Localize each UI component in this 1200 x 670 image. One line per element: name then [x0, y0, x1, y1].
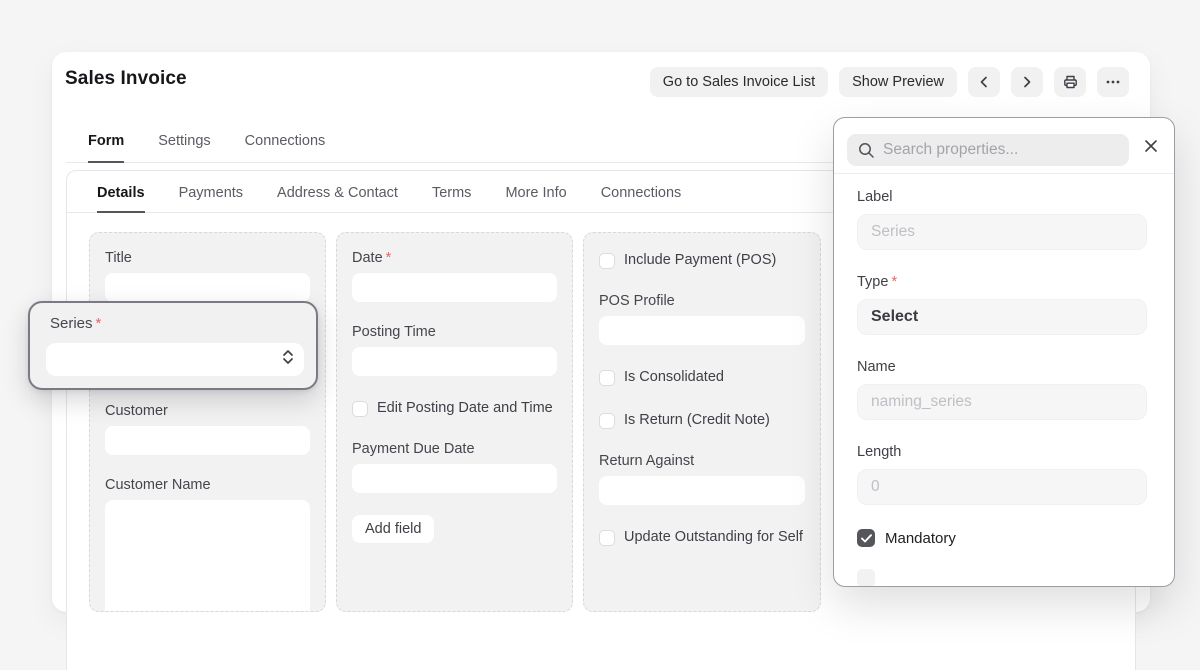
page-title: Sales Invoice	[65, 68, 187, 90]
posting-time-label: Posting Time	[352, 324, 557, 340]
tab-details[interactable]: Details	[97, 185, 145, 213]
mandatory-label: Mandatory	[885, 530, 956, 547]
payment-due-date-label: Payment Due Date	[352, 441, 557, 457]
next-button[interactable]	[1011, 67, 1043, 97]
field-title: Title	[105, 250, 310, 302]
name-property-input[interactable]: naming_series	[857, 384, 1147, 420]
select-spinner-icon	[283, 350, 293, 364]
is-return-checkbox[interactable]	[599, 413, 615, 429]
customer-input[interactable]	[105, 426, 310, 455]
series-label: Series*	[50, 315, 101, 332]
property-name: Name naming_series	[857, 359, 1147, 420]
tab-payments[interactable]: Payments	[179, 185, 243, 212]
tab-connections-section[interactable]: Connections	[601, 185, 682, 212]
prev-button[interactable]	[968, 67, 1000, 97]
update-outstanding-label: Update Outstanding for Self	[624, 527, 803, 548]
field-pos-profile: POS Profile	[599, 293, 805, 345]
chevron-right-icon	[1020, 75, 1034, 89]
length-property-label: Length	[857, 444, 1147, 460]
is-return-label: Is Return (Credit Note)	[624, 410, 770, 431]
include-payment-label: Include Payment (POS)	[624, 250, 776, 271]
name-property-label: Name	[857, 359, 1147, 375]
property-type: Type* Select	[857, 274, 1147, 335]
series-select[interactable]	[46, 343, 304, 376]
length-property-input[interactable]: 0	[857, 469, 1147, 505]
label-property-input[interactable]: Series	[857, 214, 1147, 250]
field-return-against: Return Against	[599, 453, 805, 505]
payment-due-date-input[interactable]	[352, 464, 557, 493]
ellipsis-icon	[1106, 80, 1120, 84]
close-icon	[1143, 142, 1159, 157]
date-label: Date*	[352, 250, 557, 266]
property-length: Length 0	[857, 444, 1147, 505]
label-property-label: Label	[857, 189, 1147, 205]
properties-panel: Label Series Type* Select Name naming_se…	[833, 117, 1175, 587]
field-columns: Title Customer Customer Name Date*	[89, 232, 821, 612]
customer-name-input[interactable]	[105, 500, 310, 612]
header-actions: Go to Sales Invoice List Show Preview	[650, 67, 1129, 97]
required-marker: *	[891, 274, 897, 290]
property-mandatory: Mandatory	[857, 529, 1147, 547]
title-label: Title	[105, 250, 310, 266]
edit-posting-datetime-checkbox[interactable]	[352, 401, 368, 417]
search-properties-input[interactable]	[847, 134, 1129, 166]
field-payment-due-date: Payment Due Date	[352, 441, 557, 493]
printer-icon	[1062, 74, 1079, 90]
return-against-label: Return Against	[599, 453, 805, 469]
posting-time-input[interactable]	[352, 347, 557, 376]
add-field-button[interactable]: Add field	[352, 515, 434, 543]
field-include-payment: Include Payment (POS)	[599, 250, 805, 271]
field-customer-name: Customer Name	[105, 477, 310, 612]
dragged-series-field[interactable]: Series*	[28, 301, 318, 390]
more-options-button[interactable]	[1097, 67, 1129, 97]
chevron-left-icon	[977, 75, 991, 89]
mandatory-checkbox[interactable]	[857, 529, 875, 547]
update-outstanding-checkbox[interactable]	[599, 530, 615, 546]
pos-profile-input[interactable]	[599, 316, 805, 345]
tab-more-info[interactable]: More Info	[505, 185, 566, 212]
pos-profile-label: POS Profile	[599, 293, 805, 309]
properties-body: Label Series Type* Select Name naming_se…	[834, 174, 1174, 587]
close-panel-button[interactable]	[1141, 137, 1161, 157]
column-3: Include Payment (POS) POS Profile Is Con…	[583, 232, 821, 612]
type-property-label: Type*	[857, 274, 1147, 290]
field-update-outstanding: Update Outstanding for Self	[599, 527, 805, 548]
required-marker: *	[386, 250, 392, 266]
tab-connections[interactable]: Connections	[245, 133, 326, 162]
show-preview-button[interactable]: Show Preview	[839, 67, 957, 97]
field-date: Date*	[352, 250, 557, 302]
properties-search-row	[834, 118, 1174, 174]
field-posting-time: Posting Time	[352, 324, 557, 376]
date-input[interactable]	[352, 273, 557, 302]
field-customer: Customer	[105, 403, 310, 455]
include-payment-checkbox[interactable]	[599, 253, 615, 269]
required-marker: *	[96, 315, 102, 332]
title-input[interactable]	[105, 273, 310, 302]
customer-name-label: Customer Name	[105, 477, 310, 493]
tab-settings[interactable]: Settings	[158, 133, 210, 162]
checkmark-icon	[861, 531, 872, 546]
field-edit-posting-datetime: Edit Posting Date and Time	[352, 398, 557, 419]
partial-checkbox[interactable]	[857, 569, 875, 587]
tab-terms[interactable]: Terms	[432, 185, 471, 212]
tab-form[interactable]: Form	[88, 133, 124, 163]
property-label: Label Series	[857, 189, 1147, 250]
is-consolidated-checkbox[interactable]	[599, 370, 615, 386]
is-consolidated-label: Is Consolidated	[624, 367, 724, 388]
return-against-input[interactable]	[599, 476, 805, 505]
tab-address-contact[interactable]: Address & Contact	[277, 185, 398, 212]
print-button[interactable]	[1054, 67, 1086, 97]
field-is-return: Is Return (Credit Note)	[599, 410, 805, 431]
go-to-sales-invoice-list-button[interactable]: Go to Sales Invoice List	[650, 67, 828, 97]
type-property-select[interactable]: Select	[857, 299, 1147, 335]
customer-label: Customer	[105, 403, 310, 419]
edit-posting-datetime-label: Edit Posting Date and Time	[377, 398, 553, 419]
column-1: Title Customer Customer Name	[89, 232, 326, 612]
field-is-consolidated: Is Consolidated	[599, 367, 805, 388]
column-2: Date* Posting Time Edit Posting Date and…	[336, 232, 573, 612]
